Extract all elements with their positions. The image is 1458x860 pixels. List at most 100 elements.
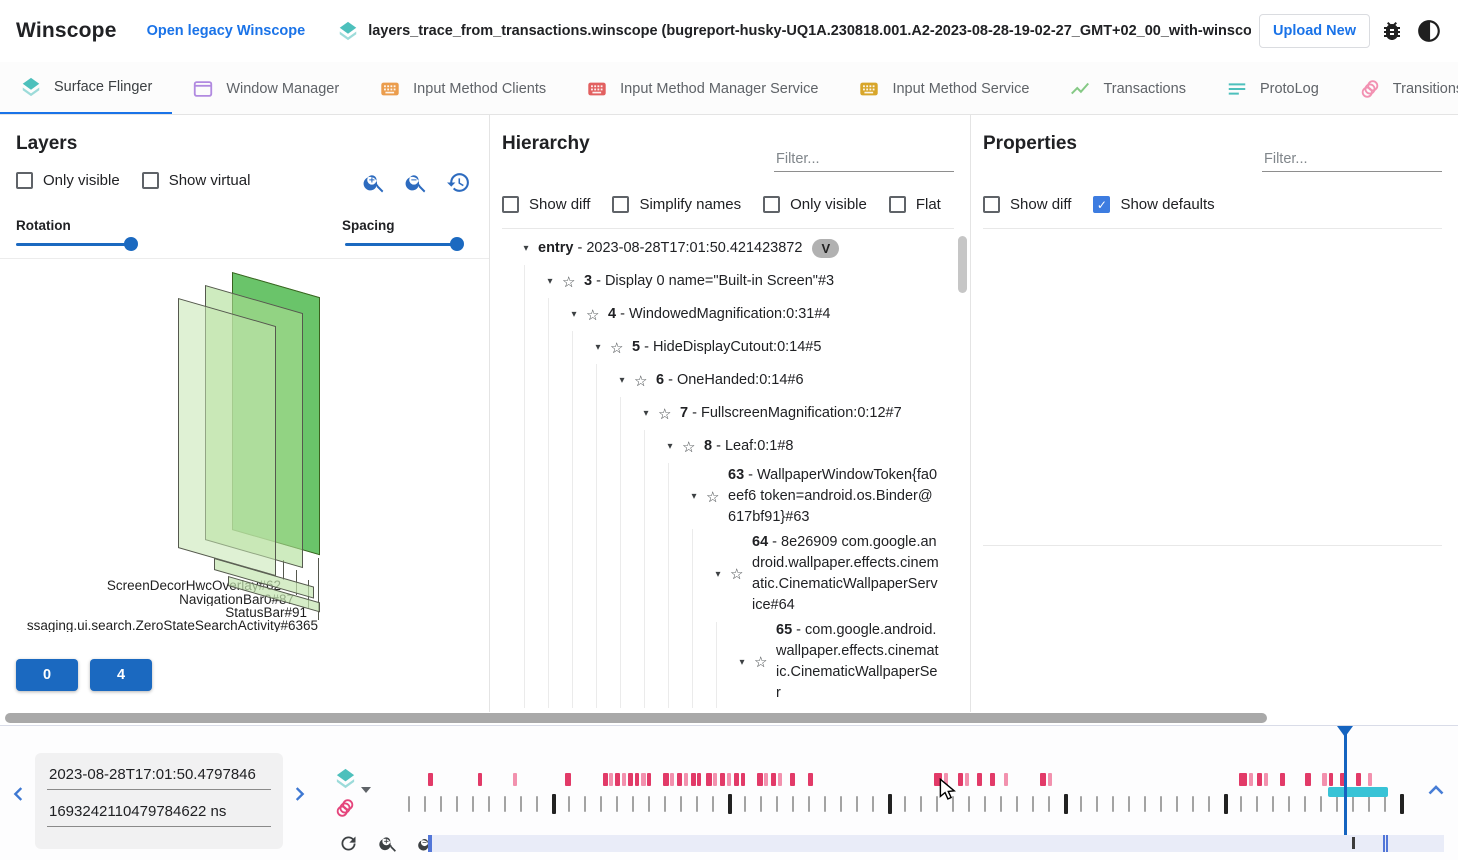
sf-entry-tick[interactable] [1096, 796, 1098, 812]
sf-entry-tick[interactable] [600, 796, 602, 812]
sf-entry-tick[interactable] [1336, 796, 1338, 812]
transition-mark[interactable] [1322, 773, 1327, 786]
star-icon[interactable]: ☆ [706, 488, 728, 506]
sf-entry-tick[interactable] [1144, 796, 1146, 812]
sf-entry-tick[interactable] [472, 796, 474, 812]
checkbox-show-diff[interactable]: Show diff [983, 196, 1071, 213]
sf-entry-tick[interactable] [616, 796, 618, 812]
transition-mark[interactable] [1368, 773, 1372, 786]
hierarchy-scrollbar[interactable] [958, 236, 967, 293]
sf-entry-tick[interactable] [1272, 796, 1274, 812]
checkbox-simplify-names[interactable]: Simplify names [612, 196, 741, 213]
sf-entry-tick[interactable] [1016, 796, 1018, 812]
sf-entry-tick[interactable] [568, 796, 570, 812]
sf-entry-tick[interactable] [760, 796, 762, 812]
sf-entry-tick[interactable] [888, 794, 892, 814]
tree-node[interactable]: ▾☆63 - WallpaperWindowToken{fa0eef6 toke… [498, 463, 940, 530]
sf-entry-tick[interactable] [440, 796, 442, 812]
sf-entry-tick[interactable] [872, 796, 874, 812]
transition-mark[interactable] [990, 773, 995, 786]
sf-entry-tick[interactable] [904, 796, 906, 812]
transition-mark[interactable] [741, 773, 745, 786]
transition-mark[interactable] [1239, 773, 1247, 786]
checkbox-box[interactable] [142, 172, 159, 189]
star-icon[interactable]: ☆ [658, 405, 680, 423]
timeline-overview-strip[interactable] [428, 835, 1444, 852]
sf-entry-tick[interactable] [1320, 796, 1322, 812]
sf-entry-tick[interactable] [824, 796, 826, 812]
collapse-arrow-icon[interactable]: ▾ [514, 243, 538, 254]
display-button-4[interactable]: 4 [90, 659, 152, 691]
hierarchy-filter-input[interactable] [774, 147, 954, 172]
tab-transactions[interactable]: Transactions [1049, 62, 1205, 115]
surface-flinger-trace-icon[interactable] [334, 767, 357, 790]
sf-entry-tick[interactable] [1000, 796, 1002, 812]
sf-entry-tick[interactable] [952, 796, 954, 812]
transition-mark[interactable] [641, 773, 646, 786]
checkbox-only-visible[interactable]: Only visible [763, 196, 867, 213]
transition-mark[interactable] [628, 773, 633, 786]
tab-input-method-manager-service[interactable]: Input Method Manager Service [566, 62, 838, 115]
tree-node[interactable]: ▾☆6 - OneHanded:0:14#6 [498, 364, 940, 397]
transition-mark[interactable] [670, 773, 674, 786]
horizontal-scrollbar-thumb[interactable] [5, 713, 1267, 723]
sf-entry-tick[interactable] [936, 796, 938, 812]
collapse-timeline-chevron-up-icon[interactable] [1424, 779, 1448, 803]
tree-node[interactable]: ▾☆65 - com.google.android.wallpaper.effe… [498, 618, 940, 706]
transition-mark[interactable] [764, 773, 768, 786]
tree-node[interactable]: ▾☆4 - WindowedMagnification:0:31#4 [498, 298, 940, 331]
sf-entry-tick[interactable] [712, 796, 714, 812]
timestamp-ns-input[interactable] [47, 790, 271, 827]
sf-entry-tick[interactable] [1112, 796, 1114, 812]
sf-entry-tick[interactable] [1192, 796, 1194, 812]
reset-view-icon[interactable] [446, 170, 471, 195]
transition-mark[interactable] [720, 773, 725, 786]
reset-zoom-icon[interactable] [338, 833, 359, 854]
tree-node[interactable]: ▾☆7 - FullscreenMagnification:0:12#7 [498, 397, 940, 430]
layers-3d-view[interactable]: ScreenDecorHwcOverlay#62NavigationBar0#8… [0, 258, 488, 658]
collapse-arrow-icon[interactable]: ▾ [538, 276, 562, 287]
checkbox-flat[interactable]: Flat [889, 196, 941, 213]
checkbox-box[interactable] [889, 196, 906, 213]
tree-node[interactable]: ▾☆3 - Display 0 name="Built-in Screen"#3 [498, 265, 940, 298]
transition-mark[interactable] [565, 773, 571, 786]
sf-entry-tick[interactable] [1208, 796, 1210, 812]
sf-entry-tick[interactable] [728, 794, 732, 814]
upload-new-button[interactable]: Upload New [1259, 14, 1370, 48]
transition-mark[interactable] [615, 773, 620, 786]
checkbox-box[interactable]: ✓ [1093, 196, 1110, 213]
transition-mark[interactable] [778, 773, 782, 786]
tab-protolog[interactable]: ProtoLog [1206, 62, 1339, 115]
transition-mark[interactable] [757, 773, 763, 786]
transition-mark[interactable] [944, 773, 948, 786]
zoom-in-icon[interactable] [378, 833, 399, 854]
transition-mark[interactable] [1004, 773, 1008, 786]
sf-entry-tick[interactable] [408, 796, 410, 812]
transition-mark[interactable] [513, 773, 517, 786]
transition-mark[interactable] [609, 773, 613, 786]
transition-mark[interactable] [691, 773, 696, 786]
sf-entry-tick[interactable] [664, 796, 666, 812]
transition-mark[interactable] [635, 773, 639, 786]
transition-mark[interactable] [697, 773, 701, 786]
transition-mark[interactable] [706, 773, 712, 786]
next-entry-icon[interactable] [288, 783, 310, 805]
checkbox-show-virtual[interactable]: Show virtual [142, 172, 251, 189]
sf-entry-tick[interactable] [984, 796, 986, 812]
transition-mark[interactable] [965, 773, 969, 786]
spacing-slider[interactable] [345, 237, 462, 251]
checkbox-only-visible[interactable]: Only visible [16, 172, 120, 189]
checkbox-box[interactable] [502, 196, 519, 213]
sf-entry-tick[interactable] [1080, 796, 1082, 812]
collapse-arrow-icon[interactable]: ▾ [562, 309, 586, 320]
tree-node[interactable]: ▾☆5 - HideDisplayCutout:0:14#5 [498, 331, 940, 364]
transition-mark[interactable] [1040, 773, 1046, 786]
sf-entry-tick[interactable] [632, 796, 634, 812]
tab-input-method-service[interactable]: Input Method Service [838, 62, 1049, 115]
collapse-arrow-icon[interactable]: ▾ [706, 569, 730, 580]
checkbox-box[interactable] [16, 172, 33, 189]
checkbox-show-defaults[interactable]: ✓Show defaults [1093, 196, 1214, 213]
sf-entry-tick[interactable] [680, 796, 682, 812]
star-icon[interactable]: ☆ [682, 438, 704, 456]
transition-mark[interactable] [677, 773, 682, 786]
